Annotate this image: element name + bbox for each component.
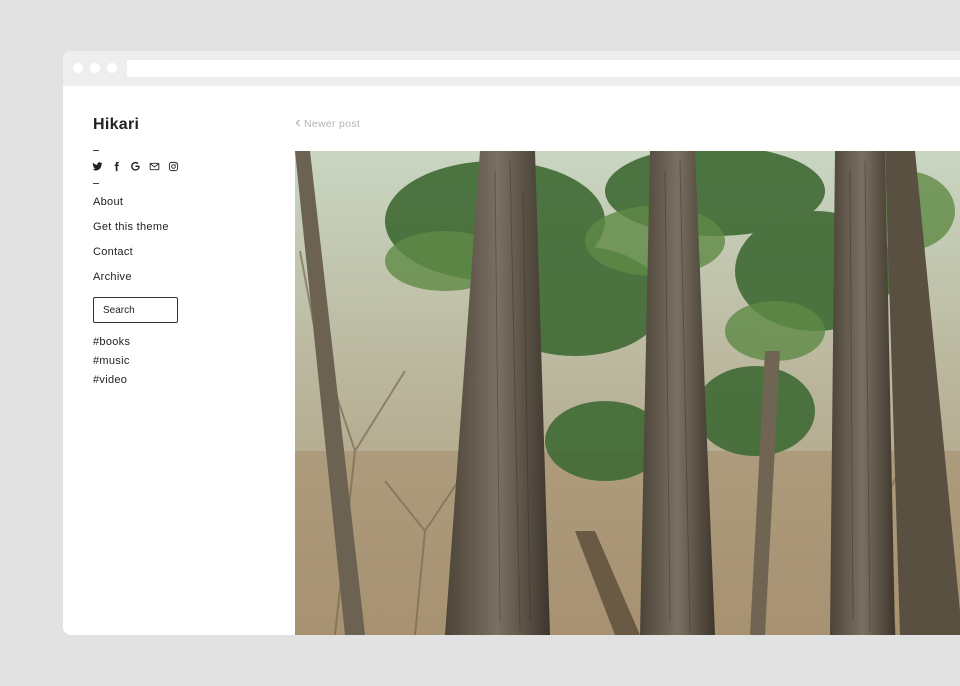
google-icon[interactable] bbox=[130, 161, 141, 172]
tag-books[interactable]: #books bbox=[93, 336, 130, 355]
nav-item-archive[interactable]: Archive bbox=[93, 271, 169, 296]
nav-item-contact[interactable]: Contact bbox=[93, 246, 169, 271]
page-content: Hikari About Get this theme Contact Arch… bbox=[63, 86, 960, 635]
newer-post-label: Newer post bbox=[304, 118, 361, 130]
window-maximize-dot[interactable] bbox=[107, 63, 117, 73]
window-close-dot[interactable] bbox=[73, 63, 83, 73]
chevron-left-icon bbox=[295, 118, 301, 130]
site-title[interactable]: Hikari bbox=[93, 116, 139, 134]
instagram-icon[interactable] bbox=[168, 161, 179, 172]
divider-dash bbox=[93, 150, 99, 151]
post-image-forest[interactable] bbox=[295, 151, 960, 635]
browser-titlebar bbox=[63, 51, 960, 86]
tag-music[interactable]: #music bbox=[93, 355, 130, 374]
sidebar-nav: About Get this theme Contact Archive bbox=[93, 196, 169, 296]
browser-window: Hikari About Get this theme Contact Arch… bbox=[63, 51, 960, 635]
facebook-icon[interactable] bbox=[111, 161, 122, 172]
divider-dash bbox=[93, 183, 99, 184]
twitter-icon[interactable] bbox=[92, 161, 103, 172]
mail-icon[interactable] bbox=[149, 161, 160, 172]
nav-item-about[interactable]: About bbox=[93, 196, 169, 221]
nav-item-get-this-theme[interactable]: Get this theme bbox=[93, 221, 169, 246]
tag-list: #books #music #video bbox=[93, 336, 130, 393]
address-bar[interactable] bbox=[127, 60, 960, 77]
search-input[interactable] bbox=[93, 297, 178, 323]
newer-post-link[interactable]: Newer post bbox=[295, 118, 360, 130]
tag-video[interactable]: #video bbox=[93, 374, 130, 393]
window-minimize-dot[interactable] bbox=[90, 63, 100, 73]
social-links bbox=[92, 159, 179, 173]
